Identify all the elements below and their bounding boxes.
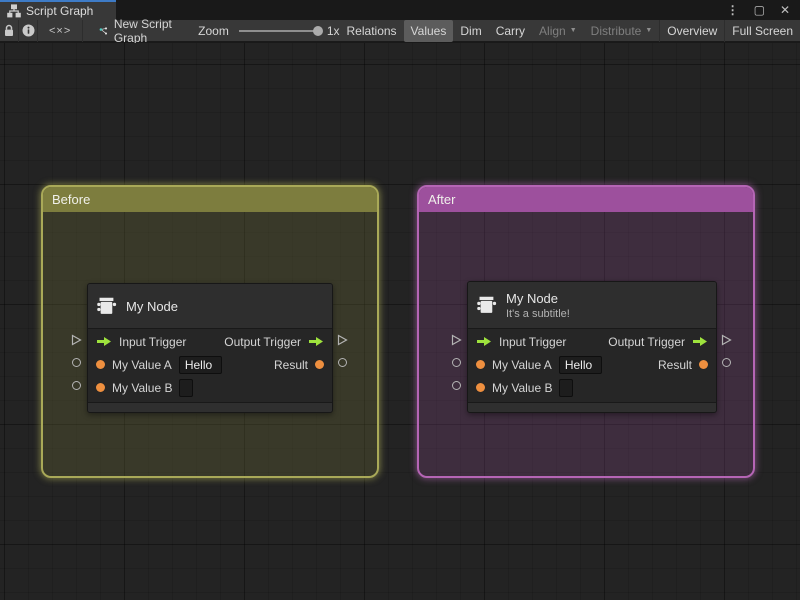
port-label: Input Trigger bbox=[499, 334, 567, 349]
value-row-b: My Value B bbox=[468, 376, 716, 399]
node-before-ports: Input Trigger Output Trigger My Value A … bbox=[88, 329, 332, 399]
value-input-port[interactable] bbox=[96, 360, 105, 369]
code-view-icon: <×> bbox=[49, 24, 72, 37]
full-screen-button[interactable]: Full Screen bbox=[725, 20, 800, 42]
maximize-icon[interactable]: ▢ bbox=[754, 4, 765, 16]
port-label: My Value B bbox=[492, 380, 553, 395]
zoom-slider-handle[interactable] bbox=[312, 25, 323, 36]
script-graph-icon bbox=[99, 26, 107, 35]
port-label: Result bbox=[273, 357, 308, 372]
zoom-slider[interactable] bbox=[238, 25, 323, 36]
value-b-field[interactable] bbox=[559, 378, 574, 397]
port-label: Result bbox=[657, 357, 692, 372]
node-footer bbox=[88, 402, 332, 412]
script-graph-window: Script Graph ⋮ ▢ ✕ <×> New Script Graph … bbox=[0, 0, 800, 600]
external-value-port[interactable] bbox=[452, 358, 461, 367]
port-label: Output Trigger bbox=[224, 334, 301, 349]
value-b-field[interactable] bbox=[179, 378, 194, 397]
external-trigger-port[interactable] bbox=[721, 334, 732, 346]
value-input-port[interactable] bbox=[476, 360, 485, 369]
trigger-input-port[interactable] bbox=[476, 336, 492, 347]
node-title: My Node bbox=[126, 298, 179, 314]
group-after-label: After bbox=[428, 192, 456, 207]
trigger-input-port[interactable] bbox=[96, 336, 112, 347]
align-dropdown[interactable]: Align ▼ bbox=[532, 20, 584, 42]
code-view-button[interactable]: <×> bbox=[38, 20, 82, 42]
value-row-b: My Value B bbox=[88, 376, 332, 399]
unit-node-icon bbox=[97, 297, 117, 314]
trigger-row: Input Trigger Output Trigger bbox=[468, 330, 716, 353]
hierarchy-icon bbox=[7, 4, 21, 18]
port-label: Input Trigger bbox=[119, 334, 187, 349]
lock-icon bbox=[5, 24, 14, 36]
node-footer bbox=[468, 402, 716, 412]
port-label: My Value B bbox=[112, 380, 173, 395]
node-title: My Node bbox=[506, 290, 559, 306]
info-button[interactable] bbox=[19, 20, 37, 42]
distribute-label: Distribute bbox=[590, 23, 642, 38]
value-row-a: My Value A Result bbox=[468, 353, 716, 376]
external-trigger-port[interactable] bbox=[451, 334, 462, 346]
graph-name-label: New Script Graph bbox=[113, 16, 172, 45]
zoom-value: 1x bbox=[326, 23, 340, 38]
group-before-label: Before bbox=[52, 192, 91, 207]
value-input-port[interactable] bbox=[96, 383, 105, 392]
dim-button[interactable]: Dim bbox=[453, 20, 488, 42]
close-icon[interactable]: ✕ bbox=[780, 4, 790, 16]
port-label: My Value A bbox=[492, 357, 552, 372]
external-value-port[interactable] bbox=[72, 381, 81, 390]
toolbar-separator bbox=[82, 19, 83, 42]
external-value-port[interactable] bbox=[722, 358, 731, 367]
node-before-header[interactable]: My Node bbox=[88, 284, 332, 329]
external-value-port[interactable] bbox=[72, 358, 81, 367]
zoom-label: Zoom bbox=[198, 23, 229, 38]
trigger-output-port[interactable] bbox=[692, 336, 708, 347]
trigger-output-port[interactable] bbox=[308, 336, 324, 347]
graph-toolbar: <×> New Script Graph Zoom 1x Relations V… bbox=[0, 17, 800, 45]
chevron-down-icon: ▼ bbox=[645, 27, 653, 34]
node-after[interactable]: My Node It's a subtitle! Input Trigger O… bbox=[467, 281, 717, 413]
group-before-header[interactable]: Before bbox=[43, 187, 377, 212]
value-input-port[interactable] bbox=[476, 383, 485, 392]
zoom-control: Zoom 1x bbox=[198, 24, 339, 38]
graph-reference-breadcrumb[interactable]: New Script Graph bbox=[99, 17, 174, 45]
window-controls: ⋮ ▢ ✕ bbox=[727, 0, 800, 20]
chevron-down-icon: ▼ bbox=[569, 27, 577, 34]
port-label: My Value A bbox=[112, 357, 172, 372]
external-trigger-port[interactable] bbox=[71, 334, 82, 346]
external-value-port[interactable] bbox=[452, 381, 461, 390]
value-a-field[interactable] bbox=[178, 355, 222, 374]
external-trigger-port[interactable] bbox=[337, 334, 348, 346]
value-a-field[interactable] bbox=[558, 355, 602, 374]
align-label: Align bbox=[539, 23, 566, 38]
overview-button[interactable]: Overview bbox=[660, 20, 724, 42]
relations-button[interactable]: Relations bbox=[340, 20, 404, 42]
node-after-area: My Node It's a subtitle! Input Trigger O… bbox=[445, 281, 741, 415]
node-after-header[interactable]: My Node It's a subtitle! bbox=[468, 282, 716, 329]
trigger-row: Input Trigger Output Trigger bbox=[88, 330, 332, 353]
port-label: Output Trigger bbox=[608, 334, 685, 349]
node-before[interactable]: My Node Input Trigger Output Trigger My … bbox=[87, 283, 333, 413]
tab-title: Script Graph bbox=[26, 4, 94, 18]
window-menu-icon[interactable]: ⋮ bbox=[727, 4, 739, 16]
distribute-dropdown[interactable]: Distribute ▼ bbox=[584, 20, 660, 42]
value-output-port[interactable] bbox=[315, 360, 324, 369]
unit-node-icon bbox=[477, 296, 497, 313]
node-after-ports: Input Trigger Output Trigger My Value A … bbox=[468, 329, 716, 399]
group-after-header[interactable]: After bbox=[419, 187, 753, 212]
values-button[interactable]: Values bbox=[403, 19, 454, 42]
value-output-port[interactable] bbox=[699, 360, 708, 369]
info-icon bbox=[22, 24, 35, 37]
value-row-a: My Value A Result bbox=[88, 353, 332, 376]
external-value-port[interactable] bbox=[338, 358, 347, 367]
toolbar-right-buttons: Relations Values Dim Carry Align ▼ Distr… bbox=[340, 19, 800, 42]
carry-button[interactable]: Carry bbox=[489, 20, 532, 42]
lock-button[interactable] bbox=[0, 20, 18, 42]
node-subtitle: It's a subtitle! bbox=[506, 307, 570, 320]
node-before-area: My Node Input Trigger Output Trigger My … bbox=[65, 283, 357, 415]
graph-canvas[interactable]: Before After My Node Input Trigger Outpu… bbox=[0, 43, 800, 600]
